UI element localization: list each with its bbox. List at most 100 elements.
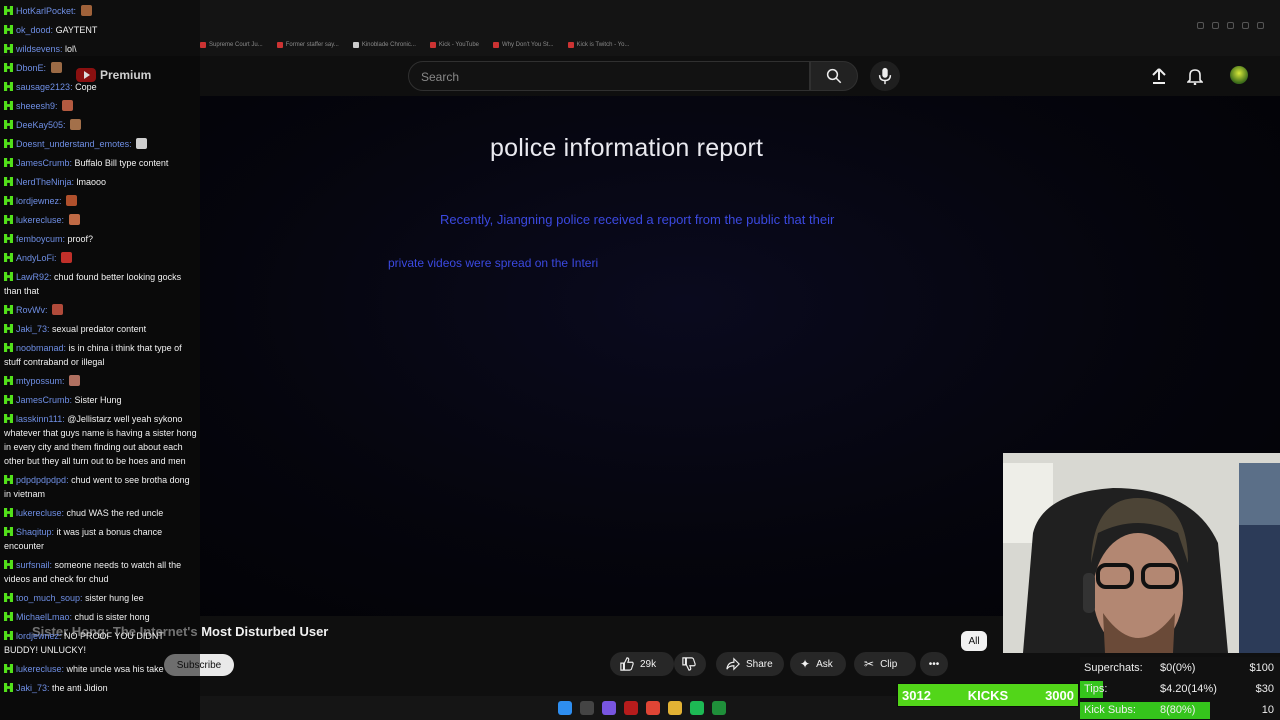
voice-search-button[interactable] [870, 61, 900, 91]
youtube-logo[interactable]: Premium [76, 68, 151, 82]
chat-username[interactable]: DbonE [16, 63, 44, 73]
chat-username[interactable]: Shaqitup [16, 527, 52, 537]
chat-username[interactable]: sausage2123 [16, 82, 70, 92]
thumbs-down-icon [682, 657, 696, 671]
youtube-logo-text: Premium [100, 68, 152, 82]
notifications-button[interactable] [1184, 65, 1206, 87]
chat-username[interactable]: femboycum [16, 234, 63, 244]
bookmark[interactable]: Kick is Twitch - Yo... [567, 42, 629, 48]
youtube-header: Search [200, 56, 1280, 96]
bookmark[interactable]: Supreme Court Ju... [200, 42, 263, 48]
chat-username[interactable]: too_much_soup [16, 593, 80, 603]
chat-username[interactable]: HotKarlPocket [16, 6, 74, 16]
chat-username[interactable]: wildsevens [16, 44, 60, 54]
goal-value: $4.20(14%) [1160, 683, 1217, 695]
kick-badge-icon [4, 234, 13, 243]
spotify-icon[interactable] [690, 701, 704, 715]
stream-goals: Superchats: $0(0%) $100 Tips: $4.20(14%) $30 K… [1080, 657, 1280, 720]
chat-username[interactable]: DeeKay505 [16, 120, 63, 130]
kick-badge-icon [4, 44, 13, 53]
chat-text: the anti Jidion [52, 683, 108, 693]
chat-message: lukerecluse: white uncle wsa his take [4, 662, 198, 676]
goal-value: $0(0%) [1160, 662, 1196, 674]
goal-value: 8(80%) [1160, 704, 1196, 716]
kick-badge-icon [4, 631, 13, 640]
chat-message: too_much_soup: sister hung lee [4, 591, 198, 605]
bookmark[interactable]: Kinoblade Chronic... [352, 42, 416, 48]
chat-username[interactable]: JamesCrumb [16, 395, 70, 405]
folder-icon[interactable] [668, 701, 682, 715]
chat-message: lukerecluse: chud WAS the red uncle [4, 506, 198, 520]
chat-username[interactable]: NerdTheNinja [16, 177, 72, 187]
search-icon[interactable] [580, 701, 594, 715]
mic-icon [878, 67, 892, 85]
chat-username[interactable]: sheeesh9 [16, 101, 55, 111]
menu-icon[interactable] [1257, 22, 1264, 29]
kick-badge-icon [4, 560, 13, 569]
extension-icon[interactable] [1212, 22, 1219, 29]
kick-badge-icon [4, 101, 13, 110]
emote-icon [69, 375, 81, 386]
emote-icon [62, 100, 74, 111]
app-icon[interactable] [624, 701, 638, 715]
chat-username[interactable]: MichaelLmao [16, 612, 70, 622]
chat-message: JamesCrumb: Buffalo Bill type content [4, 156, 198, 170]
bookmark[interactable]: Kick - YouTube [429, 42, 479, 48]
bookmark[interactable]: Former staffer say... [276, 42, 339, 48]
discord-icon[interactable] [602, 701, 616, 715]
search-button[interactable] [810, 61, 858, 91]
chat-message: surfsnail: someone needs to watch all th… [4, 560, 182, 584]
chat-username[interactable]: LawR92 [16, 272, 49, 282]
xbox-icon[interactable] [712, 701, 726, 715]
chat-message: HotKarlPocket: [4, 4, 198, 18]
zoom-icon[interactable] [1197, 22, 1204, 29]
chat-username[interactable]: surfsnail [16, 560, 50, 570]
chat-username[interactable]: ok_dood [16, 25, 51, 35]
like-button[interactable]: 29k [610, 652, 674, 676]
download-icon[interactable] [1242, 22, 1249, 29]
chat-overlay: Premium HotKarlPocket: ok_dood: GAYTENT w… [0, 0, 200, 720]
create-button[interactable] [1148, 65, 1170, 87]
chat-username[interactable]: Jaki_73 [16, 683, 47, 693]
goal-label: Superchats: [1084, 662, 1143, 674]
chat-username[interactable]: JamesCrumb [16, 158, 70, 168]
kick-badge-icon [4, 683, 13, 692]
share-button[interactable]: Share [716, 652, 784, 676]
avatar[interactable] [1230, 66, 1248, 84]
chat-username[interactable]: lordjewnez [16, 196, 59, 206]
kick-badge-icon [4, 82, 13, 91]
share-icon [726, 657, 740, 671]
search-input[interactable]: Search [408, 61, 810, 91]
bookmark-star-icon[interactable] [1227, 22, 1234, 29]
chat-username[interactable]: Jaki_73 [16, 324, 47, 334]
dislike-button[interactable] [674, 652, 706, 676]
chat-username[interactable]: noobmanad [16, 343, 64, 353]
emote-icon [52, 304, 64, 315]
clip-button[interactable]: ✂ Clip [854, 652, 916, 676]
goal-label: Kick Subs: [1084, 704, 1136, 716]
chat-text: proof? [67, 234, 94, 244]
chat-username[interactable]: mtypossum [16, 376, 62, 386]
windows-start-icon[interactable] [558, 701, 572, 715]
chat-username[interactable]: AndyLoFi [16, 253, 54, 263]
kicks-goal-bar: 3012 KICKS 3000 [897, 683, 1079, 707]
kick-badge-icon [4, 120, 13, 129]
chat-username[interactable]: pdpdpdpdpd [16, 475, 66, 485]
chat-username[interactable]: lukerecluse [16, 664, 62, 674]
more-icon: ••• [928, 658, 940, 670]
ask-button[interactable]: ✦ Ask [790, 652, 846, 676]
chip-all[interactable]: All [961, 631, 987, 651]
kick-badge-icon [4, 527, 13, 536]
chat-username[interactable]: Doesnt_understand_emotes [16, 139, 129, 149]
chat-message: RovWv: [4, 303, 198, 317]
more-actions-button[interactable]: ••• [920, 652, 948, 676]
chat-username[interactable]: lasskinn111 [16, 414, 62, 424]
chat-username[interactable]: RovWv [16, 305, 45, 315]
chat-username[interactable]: lordjewnez [16, 631, 59, 641]
bookmark[interactable]: Why Don't You St... [493, 42, 554, 48]
chat-message: lordjewnez: NO PROOF YOU DIDNT BUDDY! UN… [4, 631, 164, 655]
chrome-icon[interactable] [646, 701, 660, 715]
chat-message: lordjewnez: [4, 194, 198, 208]
chat-username[interactable]: lukerecluse [16, 508, 62, 518]
chat-username[interactable]: lukerecluse [16, 215, 62, 225]
